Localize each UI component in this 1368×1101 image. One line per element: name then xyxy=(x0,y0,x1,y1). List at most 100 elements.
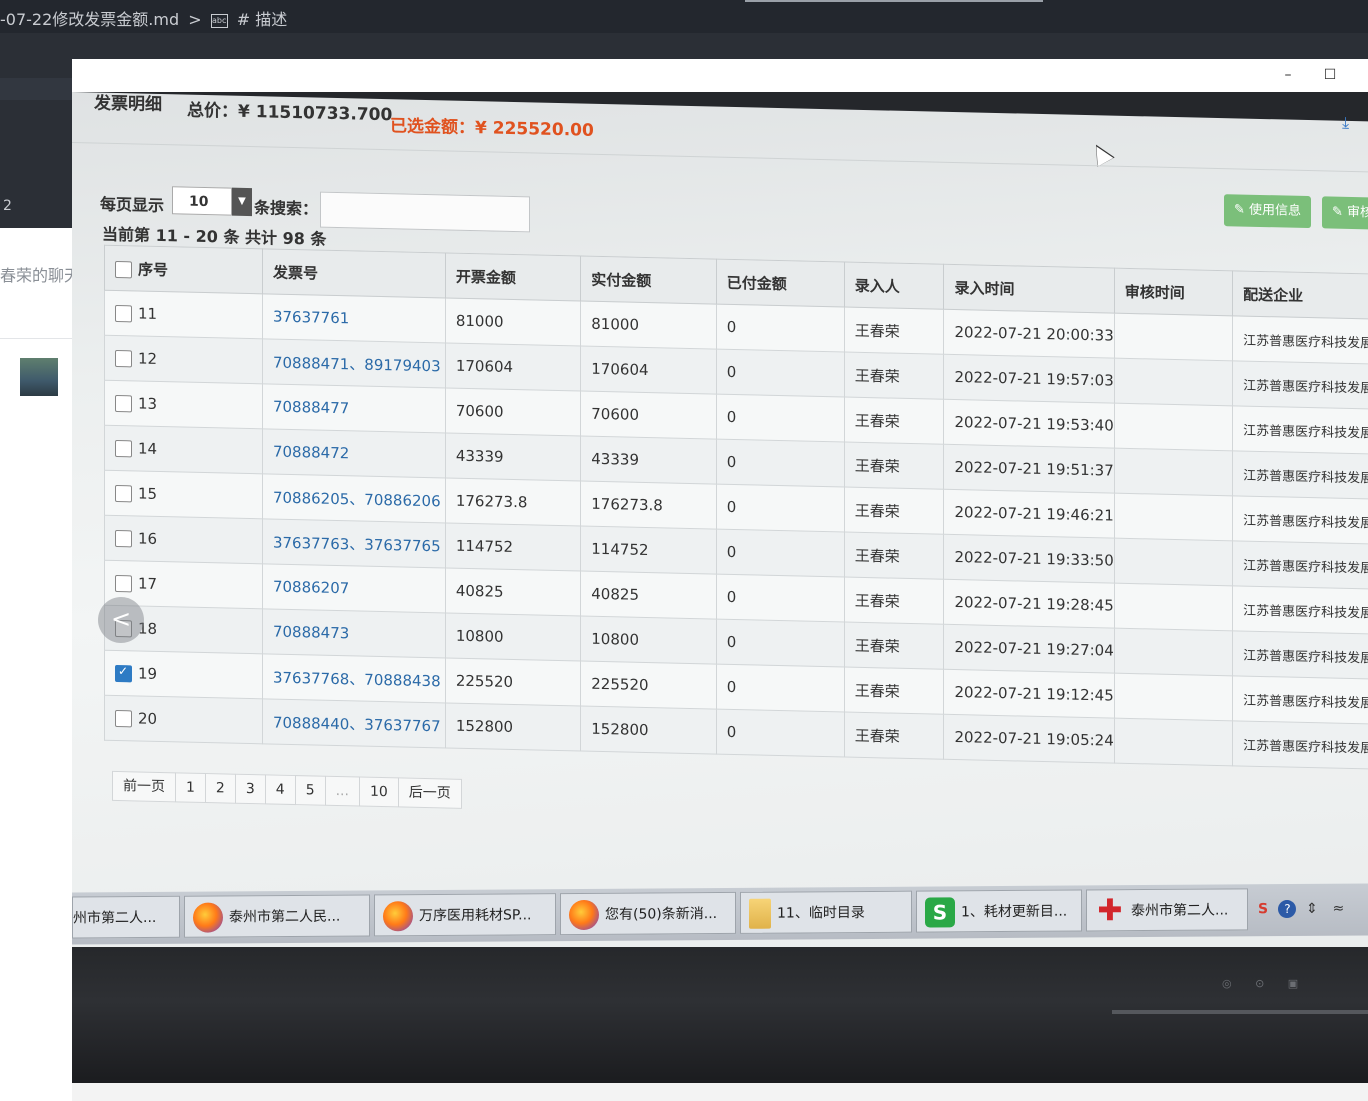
entered-time: 2022-07-21 19:12:45 xyxy=(954,683,1114,705)
usage-info-button[interactable]: ✎ 使用信息 xyxy=(1224,194,1312,229)
taskbar-item-label: 万序医用耗材SP... xyxy=(419,907,532,925)
breadcrumb-file[interactable]: -07-22修改发票金额.md xyxy=(0,10,179,29)
total-price: 总价：¥ 11510733.700 xyxy=(187,100,393,126)
paid-amount: 0 xyxy=(726,587,737,607)
invoice-number-link[interactable]: 70888471、89179403 xyxy=(273,353,441,375)
column-header[interactable]: 审核时间 xyxy=(1114,268,1233,316)
minimize-button[interactable]: – xyxy=(1277,65,1299,85)
table-cell xyxy=(1114,313,1233,361)
chevron-down-icon[interactable]: ▼ xyxy=(232,187,252,217)
billed-amount: 70600 xyxy=(455,401,504,421)
page-size-select[interactable]: 10 xyxy=(172,186,232,216)
search-input[interactable] xyxy=(320,191,530,233)
table-cell xyxy=(1114,538,1233,586)
entered-time: 2022-07-21 19:46:21 xyxy=(954,503,1114,525)
taskbar-item[interactable]: 11、临时目录 xyxy=(740,890,912,934)
table-cell: 170604 xyxy=(580,346,717,395)
page-button[interactable]: 5 xyxy=(294,775,326,806)
actual-paid-amount: 152800 xyxy=(591,719,649,740)
tray-overflow-icon[interactable]: ≈ xyxy=(1327,888,1349,930)
select-all-checkbox[interactable] xyxy=(115,260,132,278)
invoice-number-link[interactable]: 37637768、70888438 xyxy=(273,668,441,690)
column-header[interactable]: 实付金额 xyxy=(580,256,717,305)
row-index: 19 xyxy=(138,664,158,683)
network-icon[interactable]: ⇕ xyxy=(1301,888,1323,930)
column-header[interactable]: 已付金额 xyxy=(716,259,845,308)
table-cell: 王春荣 xyxy=(844,622,944,670)
billed-amount: 152800 xyxy=(455,716,514,737)
taskbar-item[interactable]: 州市第二人... xyxy=(72,895,180,939)
maximize-button[interactable]: ☐ xyxy=(1319,65,1341,85)
table-cell: 0 xyxy=(716,619,845,668)
table-cell: 江苏普惠医疗科技发展有 xyxy=(1232,540,1368,590)
column-header[interactable]: 录入时间 xyxy=(943,264,1115,314)
taskbar-item[interactable]: ✚ 泰州市第二人... xyxy=(1086,888,1248,932)
entered-by: 王春荣 xyxy=(854,726,900,746)
page-button[interactable]: 3 xyxy=(234,773,266,805)
actual-paid-amount: 81000 xyxy=(591,314,639,334)
actual-paid-amount: 170604 xyxy=(591,359,649,380)
page-button[interactable]: 1 xyxy=(175,772,206,804)
breadcrumb-heading[interactable]: # 描述 xyxy=(237,10,288,29)
table-cell: 37637763、37637765 xyxy=(262,518,446,568)
table-cell: 70888472 xyxy=(262,428,446,478)
row-checkbox[interactable] xyxy=(115,574,132,593)
invoice-number-link[interactable]: 70888472 xyxy=(273,443,349,463)
entered-by: 王春荣 xyxy=(854,546,900,566)
previous-image-button[interactable]: < xyxy=(98,597,144,643)
row-checkbox[interactable] xyxy=(115,394,132,413)
taskbar-item[interactable]: 泰州市第二人民... xyxy=(184,894,370,938)
table-cell: 江苏普惠医疗科技发展 xyxy=(1232,405,1368,455)
prev-page-button[interactable]: 前一页 xyxy=(112,770,176,803)
row-checkbox[interactable] xyxy=(115,709,132,728)
table-cell: 19 xyxy=(104,650,263,699)
row-checkbox[interactable] xyxy=(115,529,132,548)
help-icon[interactable]: ? xyxy=(1278,899,1297,919)
row-index: 15 xyxy=(138,484,158,503)
table-cell: 70888440、37637767 xyxy=(262,698,446,748)
table-cell: 2022-07-21 19:51:37 xyxy=(943,444,1115,494)
table-cell: 81000 xyxy=(445,297,581,347)
invoice-number-link[interactable]: 70888440、37637767 xyxy=(273,713,441,735)
row-index: 11 xyxy=(138,304,158,323)
table-cell: 11 xyxy=(104,290,263,339)
billed-amount: 176273.8 xyxy=(455,491,528,512)
invoice-number-link[interactable]: 70886207 xyxy=(273,578,349,598)
chat-title[interactable]: 春荣的聊天 xyxy=(0,262,72,286)
invoice-number-link[interactable]: 37637763、37637765 xyxy=(273,533,441,555)
row-checkbox[interactable] xyxy=(115,304,132,323)
entered-time: 2022-07-21 19:28:45 xyxy=(954,593,1114,615)
invoice-number-link[interactable]: 37637761 xyxy=(273,308,349,328)
download-icon[interactable]: ⤓ xyxy=(1342,113,1360,133)
invoice-number-link[interactable]: 70888477 xyxy=(273,398,349,418)
next-page-button[interactable]: 后一页 xyxy=(397,777,462,809)
billed-amount: 40825 xyxy=(455,581,504,601)
review-button[interactable]: ✎ 审核 xyxy=(1322,196,1368,230)
avatar[interactable] xyxy=(20,358,58,396)
chat-pane: 春荣的聊天 xyxy=(0,228,72,1101)
taskbar-item[interactable]: 万序医用耗材SP... xyxy=(374,893,556,937)
table-cell: 2022-07-21 20:00:33 xyxy=(943,309,1115,359)
page-button[interactable]: 4 xyxy=(264,774,296,806)
column-header[interactable]: 发票号 xyxy=(262,248,446,298)
table-cell: 0 xyxy=(716,664,845,713)
column-header[interactable]: 开票金额 xyxy=(445,252,581,302)
row-checkbox[interactable] xyxy=(115,439,132,458)
row-checkbox[interactable] xyxy=(115,484,132,503)
taskbar-item[interactable]: S 1、耗材更新目... xyxy=(916,889,1082,933)
invoice-number-link[interactable]: 70886205、70886206 xyxy=(273,488,441,510)
page-button-current[interactable]: 2 xyxy=(204,773,236,804)
table-cell xyxy=(1114,718,1233,766)
entered-by: 王春荣 xyxy=(854,321,900,341)
table-cell: 13 xyxy=(104,380,263,429)
row-checkbox[interactable] xyxy=(115,664,132,683)
column-header[interactable]: 配送企业 xyxy=(1232,270,1368,320)
page-button[interactable]: 10 xyxy=(358,776,399,808)
row-checkbox[interactable] xyxy=(115,349,132,368)
invoice-number-link[interactable]: 70888473 xyxy=(273,623,349,643)
taskbar-item[interactable]: 您有(50)条新消... xyxy=(560,891,736,936)
taskbar-item-label: 州市第二人... xyxy=(73,909,157,927)
wps-tray-icon[interactable]: S xyxy=(1252,888,1274,930)
column-header[interactable]: 录入人 xyxy=(844,262,944,310)
table-cell: 40825 xyxy=(580,571,717,620)
